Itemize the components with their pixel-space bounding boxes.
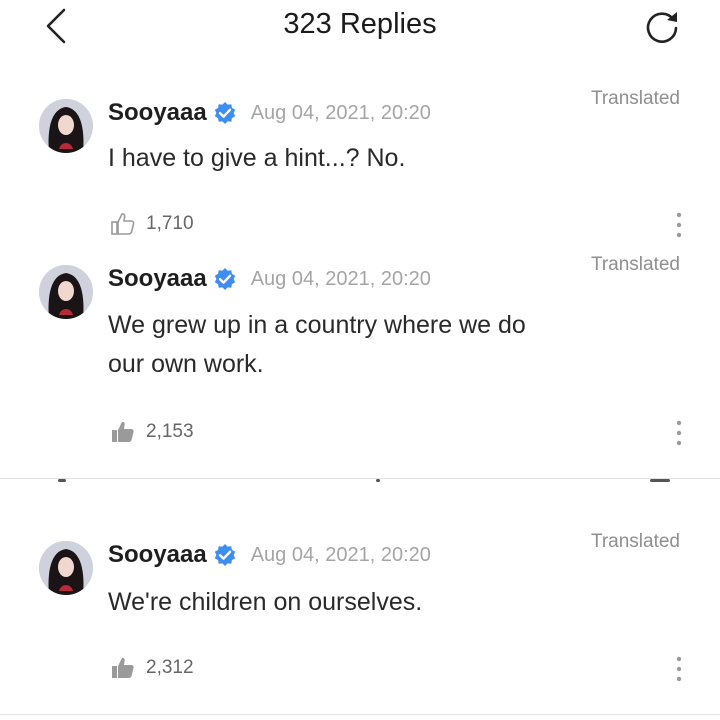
refresh-button[interactable]	[642, 6, 682, 46]
username[interactable]: Sooyaaa	[108, 265, 207, 293]
like-count: 1,710	[146, 213, 194, 234]
translated-label[interactable]: Translated	[591, 254, 680, 276]
divider	[0, 478, 720, 479]
timestamp: Aug 04, 2021, 20:20	[250, 101, 431, 124]
like-count: 2,153	[146, 421, 194, 442]
verified-badge-icon	[214, 102, 235, 124]
verified-badge-icon	[214, 268, 235, 290]
divider	[0, 714, 720, 715]
reply-text: We're children on ourselves.	[108, 588, 423, 616]
more-vertical-icon	[676, 656, 682, 682]
thumbs-up-filled-icon	[112, 657, 134, 678]
page-title: 323 Replies	[283, 8, 437, 40]
thumbs-up-outline-icon	[111, 213, 135, 235]
like-count: 2,312	[146, 657, 194, 678]
more-options-button[interactable]	[664, 416, 694, 450]
more-vertical-icon	[676, 420, 682, 446]
more-options-button[interactable]	[664, 652, 694, 686]
divider	[650, 479, 670, 482]
translated-label[interactable]: Translated	[591, 88, 680, 110]
username[interactable]: Sooyaaa	[108, 99, 207, 127]
like-button[interactable]: 2,312	[110, 654, 194, 682]
like-button[interactable]: 2,153	[110, 418, 194, 446]
avatar[interactable]	[39, 541, 93, 595]
thumbs-up-filled-icon	[112, 421, 134, 442]
divider	[58, 479, 66, 482]
translated-label[interactable]: Translated	[591, 531, 680, 553]
timestamp: Aug 04, 2021, 20:20	[250, 543, 431, 566]
more-vertical-icon	[676, 212, 682, 238]
avatar[interactable]	[39, 99, 93, 153]
reply-text: I have to give a hint...? No.	[108, 144, 406, 172]
more-options-button[interactable]	[664, 208, 694, 242]
username[interactable]: Sooyaaa	[108, 541, 207, 569]
timestamp: Aug 04, 2021, 20:20	[250, 267, 431, 290]
refresh-icon	[646, 12, 678, 43]
header-bar: 323 Replies	[0, 0, 720, 56]
verified-badge-icon	[214, 544, 235, 566]
reply-text: We grew up in a country where we do our …	[108, 311, 526, 378]
divider	[376, 479, 380, 482]
avatar[interactable]	[39, 265, 93, 319]
like-button[interactable]: 1,710	[110, 210, 194, 238]
